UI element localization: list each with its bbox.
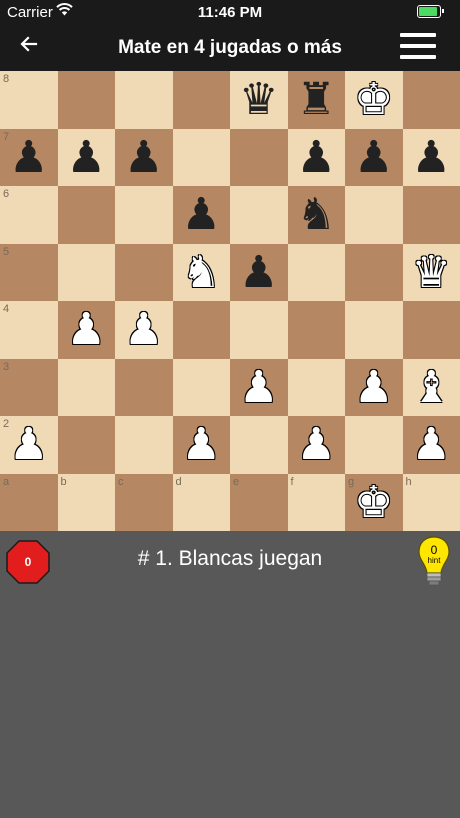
black-pawn-icon[interactable]: ♟ <box>0 129 58 187</box>
white-pawn-icon[interactable]: ♟ <box>288 416 346 474</box>
white-pawn-icon[interactable]: ♟ <box>345 359 403 417</box>
file-label: a <box>3 475 10 488</box>
square-g2[interactable] <box>345 416 403 474</box>
square-c8[interactable] <box>115 71 173 129</box>
white-pawn-icon[interactable]: ♟ <box>0 416 58 474</box>
status-time: 11:46 PM <box>197 4 263 21</box>
square-d7[interactable] <box>172 128 230 186</box>
white-queen-icon[interactable]: ♛ <box>403 244 460 302</box>
square-f4[interactable] <box>287 301 345 359</box>
white-king-icon[interactable]: ♚ <box>345 71 403 129</box>
square-h4[interactable] <box>402 301 460 359</box>
chess-board[interactable]: 8 7 6 5 4 3 2 a b c d e f g h ♛ ♜ ♚ ♟ ♟ ♟ ♟ ♟ ♟ ♟ ♞ ♞ ♟ ♛ ♟ ♟ ♟ ♟ ♝ ♟ ♟ ♟ ♟ ♚ <box>0 71 460 531</box>
square-d8[interactable] <box>172 71 230 129</box>
square-c2[interactable] <box>115 416 173 474</box>
square-g4[interactable] <box>345 301 403 359</box>
hint-label: hint <box>427 556 441 565</box>
black-pawn-icon[interactable]: ♟ <box>288 129 346 187</box>
menu-button[interactable] <box>400 33 436 59</box>
white-pawn-icon[interactable]: ♟ <box>58 301 116 359</box>
square-d4[interactable] <box>172 301 230 359</box>
square-c6[interactable] <box>115 186 173 244</box>
square-g6[interactable] <box>345 186 403 244</box>
square-f1[interactable] <box>287 473 345 531</box>
hint-button[interactable]: 0 hint <box>417 535 451 591</box>
page-title: Mate en 4 jugadas o más <box>118 37 342 58</box>
rank-label: 5 <box>3 245 10 258</box>
rank-label: 3 <box>3 360 10 373</box>
square-c3[interactable] <box>115 358 173 416</box>
black-pawn-icon[interactable]: ♟ <box>230 244 288 302</box>
rank-label: 8 <box>3 73 10 85</box>
white-pawn-icon[interactable]: ♟ <box>230 359 288 417</box>
square-h8[interactable] <box>402 71 460 129</box>
game-status-panel <box>0 531 460 818</box>
square-b2[interactable] <box>57 416 115 474</box>
white-king-icon[interactable]: ♚ <box>345 474 403 532</box>
square-f5[interactable] <box>287 243 345 301</box>
hint-count: 0 <box>430 543 438 557</box>
white-pawn-icon[interactable]: ♟ <box>403 416 460 474</box>
square-b5[interactable] <box>57 243 115 301</box>
square-b3[interactable] <box>57 358 115 416</box>
black-rook-icon[interactable]: ♜ <box>288 71 346 129</box>
file-label: e <box>233 475 240 488</box>
file-label: h <box>405 475 412 488</box>
file-label: f <box>290 475 294 488</box>
status-bar: Carrier 11:46 PM <box>0 0 460 24</box>
square-f3[interactable] <box>287 358 345 416</box>
hamburger-menu-icon <box>400 33 436 37</box>
black-knight-icon[interactable]: ♞ <box>288 186 346 244</box>
square-b6[interactable] <box>57 186 115 244</box>
black-pawn-icon[interactable]: ♟ <box>115 129 173 187</box>
square-c5[interactable] <box>115 243 173 301</box>
white-bishop-icon[interactable]: ♝ <box>403 359 460 417</box>
square-d3[interactable] <box>172 358 230 416</box>
white-knight-icon[interactable]: ♞ <box>173 244 231 302</box>
navigation-bar: Carrier 11:46 PM Mate en 4 jugadas o más <box>0 0 460 71</box>
black-pawn-icon[interactable]: ♟ <box>403 129 460 187</box>
rank-label: 4 <box>3 303 10 315</box>
square-e7[interactable] <box>230 128 288 186</box>
file-label: d <box>175 475 182 488</box>
file-label: b <box>60 475 67 488</box>
square-e4[interactable] <box>230 301 288 359</box>
square-h6[interactable] <box>402 186 460 244</box>
black-pawn-icon[interactable]: ♟ <box>58 129 116 187</box>
black-pawn-icon[interactable]: ♟ <box>173 186 231 244</box>
turn-indicator: # 1. Blancas juegan <box>137 547 323 570</box>
rank-label: 6 <box>3 188 10 200</box>
square-e6[interactable] <box>230 186 288 244</box>
black-queen-icon[interactable]: ♛ <box>230 71 288 129</box>
file-label: c <box>118 475 124 488</box>
square-g5[interactable] <box>345 243 403 301</box>
black-pawn-icon[interactable]: ♟ <box>345 129 403 187</box>
square-b8[interactable] <box>57 71 115 129</box>
white-pawn-icon[interactable]: ♟ <box>173 416 231 474</box>
white-pawn-icon[interactable]: ♟ <box>115 301 173 359</box>
square-e2[interactable] <box>230 416 288 474</box>
